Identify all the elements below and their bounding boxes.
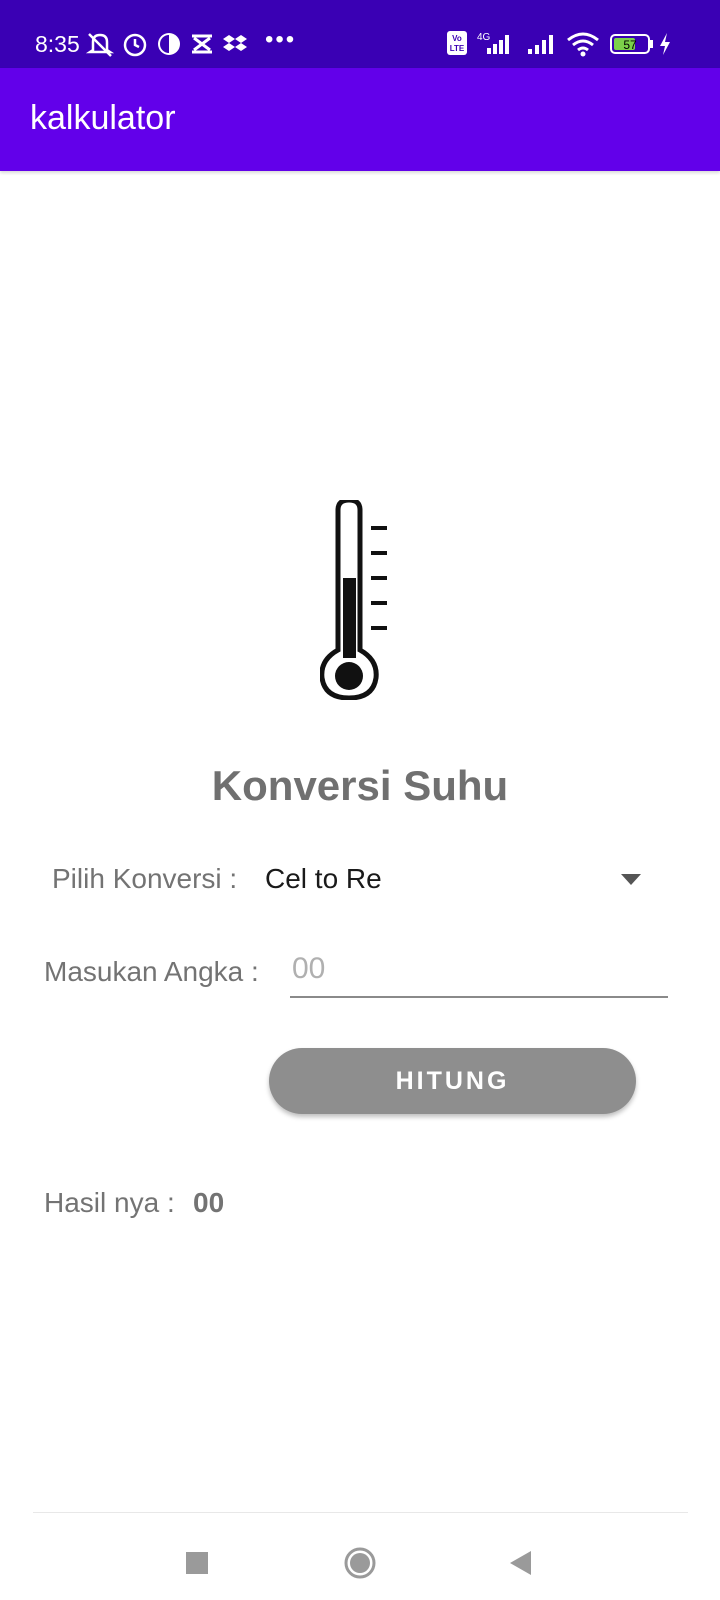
dropbox-icon xyxy=(222,30,248,58)
capcut-icon xyxy=(188,30,216,58)
calculate-button[interactable]: HITUNG xyxy=(269,1048,636,1114)
app-screen: 8:35 ••• Vo LTE 4G 57 kalkulator Konvers… xyxy=(0,0,720,1600)
nav-divider xyxy=(33,1512,688,1513)
conversion-label: Pilih Konversi : xyxy=(52,863,238,894)
svg-text:LTE: LTE xyxy=(450,44,465,53)
battery-icon: 57 xyxy=(610,30,656,58)
square-icon xyxy=(186,1552,208,1574)
signal-icon xyxy=(526,30,560,58)
thermometer-icon xyxy=(319,497,400,701)
page-title: Konversi Suhu xyxy=(211,762,509,809)
home-circle-icon xyxy=(344,1547,376,1579)
status-bar: 8:35 ••• Vo LTE 4G 57 xyxy=(0,0,720,68)
app-bar: kalkulator xyxy=(0,68,720,171)
svg-text:Vo: Vo xyxy=(452,34,462,43)
back-button[interactable] xyxy=(496,1538,546,1588)
result-value: 00 xyxy=(193,1187,225,1218)
wifi-icon xyxy=(566,30,600,58)
back-triangle-icon xyxy=(510,1551,531,1575)
conversion-spinner-value[interactable]: Cel to Re xyxy=(265,862,382,896)
volte-icon: Vo LTE xyxy=(446,30,468,58)
status-time: 8:35 xyxy=(35,31,80,57)
charging-icon xyxy=(658,30,672,58)
signal-4g-icon: 4G xyxy=(473,30,519,58)
svg-text:57: 57 xyxy=(623,38,637,52)
svg-text:4G: 4G xyxy=(477,32,491,43)
alarm-icon xyxy=(121,30,149,58)
number-input[interactable] xyxy=(290,950,668,998)
input-label: Masukan Angka : xyxy=(44,956,259,987)
app-icon xyxy=(156,30,182,58)
result-label: Hasil nya : xyxy=(44,1187,175,1218)
home-button[interactable] xyxy=(335,1538,385,1588)
recents-button[interactable] xyxy=(172,1538,222,1588)
mute-icon xyxy=(85,30,115,58)
dropdown-arrow-icon[interactable] xyxy=(621,873,641,891)
more-notifications-icon: ••• xyxy=(265,26,297,53)
app-title: kalkulator xyxy=(30,99,176,137)
